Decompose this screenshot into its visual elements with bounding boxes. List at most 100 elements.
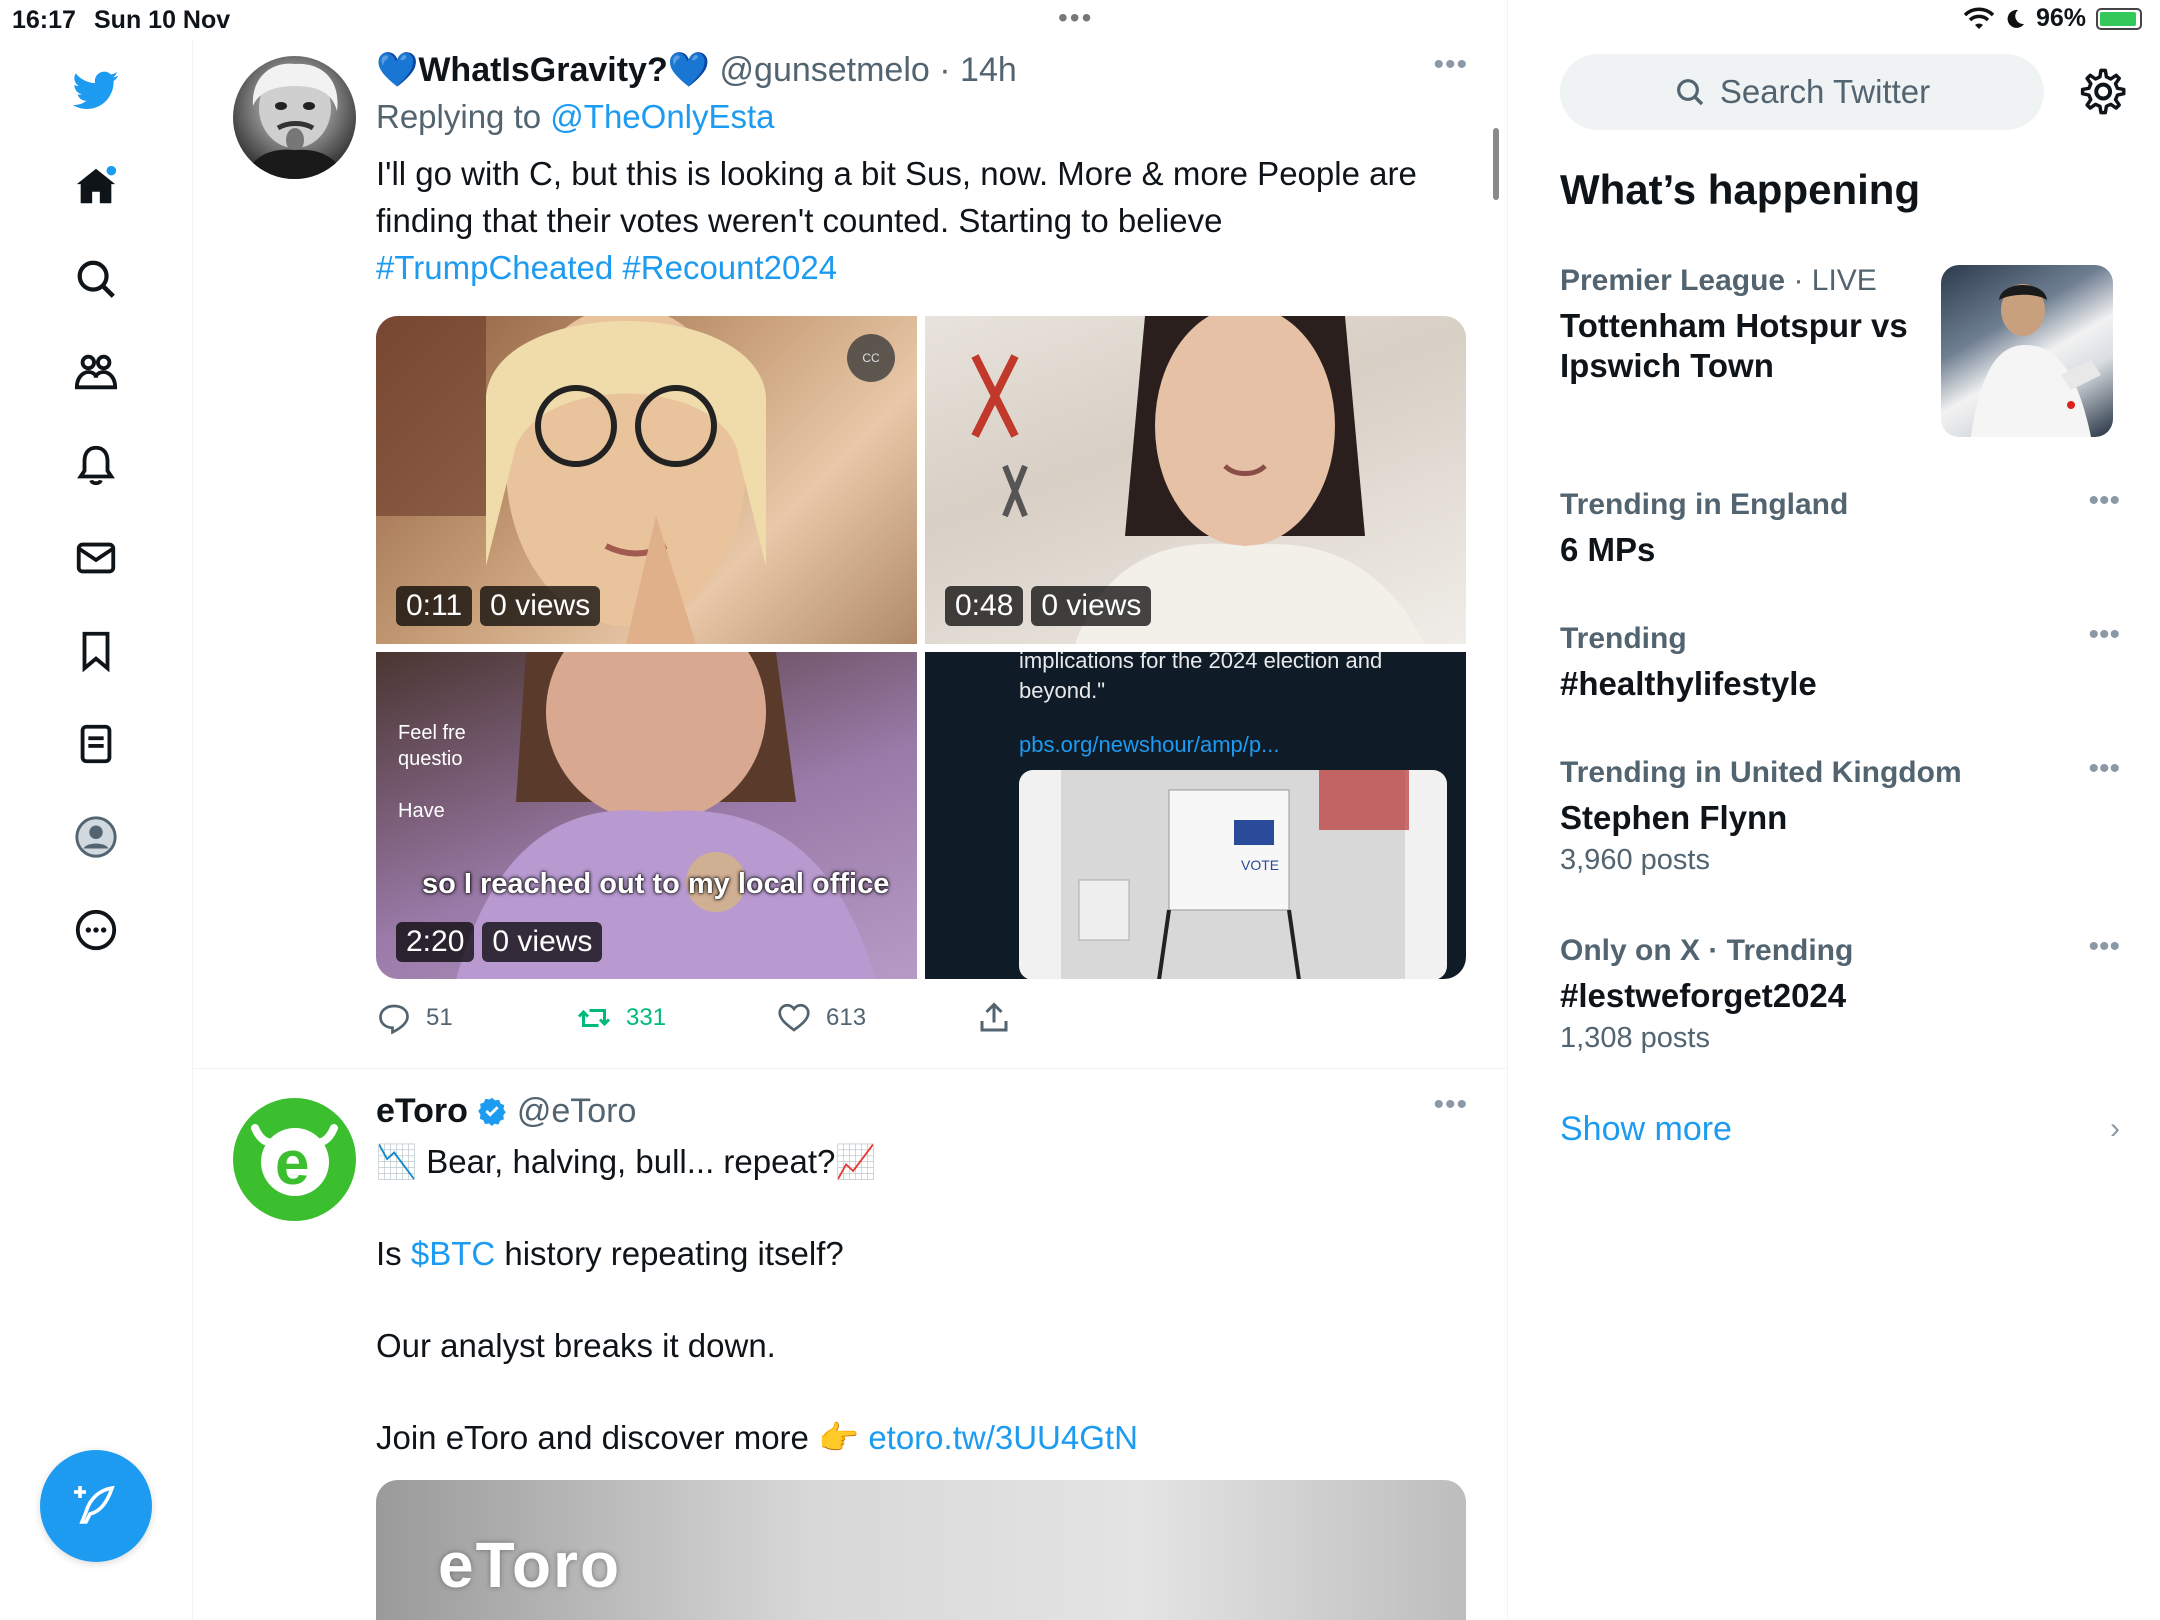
avatar[interactable]: e	[233, 1098, 356, 1221]
reply-button[interactable]: 51	[376, 1000, 453, 1036]
trend-more-icon[interactable]: •••	[2088, 484, 2120, 518]
overlay-text-2: questio	[398, 748, 463, 770]
bookmarks-icon[interactable]	[60, 615, 132, 687]
tweet-body: I'll go with C, but this is looking a bi…	[376, 155, 1417, 239]
share-icon	[980, 1002, 1008, 1032]
video-meta: 2:20 0 views	[396, 922, 603, 962]
profile-icon[interactable]	[60, 801, 132, 873]
section-title: What’s happening	[1560, 166, 1921, 213]
trend-item[interactable]: Trending in United Kingdom Stephen Flynn…	[1560, 752, 2120, 877]
compose-button[interactable]	[40, 1450, 152, 1562]
video-caption: so I reached out to my local office	[422, 868, 890, 900]
promo-media[interactable]: eToro	[376, 1480, 1466, 1620]
user-handle[interactable]: @eToro	[517, 1092, 637, 1130]
compose-icon	[74, 1485, 115, 1524]
search-placeholder: Search Twitter	[1719, 73, 1931, 110]
trend-more-icon[interactable]: •••	[2088, 752, 2120, 786]
tweet-more-icon[interactable]: •••	[1433, 48, 1468, 82]
settings-button[interactable]	[2075, 66, 2127, 118]
home-icon[interactable]	[60, 150, 132, 222]
reply-to-link[interactable]: @TheOnlyEsta	[550, 98, 774, 135]
tweet-line-4: Join eToro and discover more 👉 etoro.tw/…	[376, 1415, 1476, 1461]
tweet-actions: 51 331 613	[376, 1000, 1076, 1048]
retweet-icon	[577, 1009, 611, 1027]
chevron-right-icon[interactable]: ›	[2110, 1112, 2120, 1146]
trend-count: 3,960 posts	[1560, 844, 1710, 876]
tweet-header: eToro @eToro	[376, 1092, 1476, 1131]
vote-label: VOTE	[1241, 857, 1279, 873]
video-views: 0 views	[482, 922, 603, 962]
left-nav	[0, 40, 193, 1620]
trend-title: #lestweforget2024	[1560, 977, 1847, 1014]
trend-item[interactable]: Only on X · Trending #lestweforget2024 1…	[1560, 930, 2120, 1055]
video-1[interactable]: CC 0:11 0 views	[376, 316, 917, 644]
video-duration: 2:20	[396, 922, 475, 962]
media-grid: CC 0:11 0 views 0:48 0 views Feel fre qu…	[376, 316, 1466, 979]
trend-live: · LIVE	[1793, 264, 1877, 297]
cashtag-link[interactable]: $BTC	[411, 1235, 495, 1272]
retweet-button[interactable]: 331	[576, 1000, 666, 1036]
trend-image[interactable]	[1941, 265, 2113, 437]
tweet[interactable]: 💙WhatIsGravity?💙 @gunsetmelo · 14h Reply…	[193, 40, 1508, 1069]
tweet-line-2: Is $BTC history repeating itself?	[376, 1231, 1476, 1277]
communities-icon[interactable]	[60, 336, 132, 408]
like-count: 613	[826, 1004, 867, 1031]
show-more-link[interactable]: Show more	[1560, 1110, 1732, 1149]
trend-more-icon[interactable]: •••	[2088, 930, 2120, 964]
messages-icon[interactable]	[60, 522, 132, 594]
trend-item[interactable]: Trending in England 6 MPs •••	[1560, 484, 2120, 570]
video-meta: 0:11 0 views	[396, 586, 601, 626]
promo-link[interactable]: etoro.tw/3UU4GtN	[868, 1419, 1138, 1456]
trend-meta: Only on X · Trending	[1560, 934, 1854, 967]
lists-icon[interactable]	[60, 708, 132, 780]
ballot-photo: VOTE	[1019, 770, 1447, 979]
overlay-text-1: Feel fre	[398, 722, 466, 744]
trend-meta: Trending	[1560, 622, 1687, 655]
trend-meta: Trending in England	[1560, 488, 1849, 521]
etoro-logo-icon: e	[251, 1124, 338, 1198]
display-name[interactable]: eToro	[376, 1092, 468, 1130]
tweet-text: 📉 Bear, halving, bull... repeat?📈 Is $BT…	[376, 1139, 1476, 1461]
svg-text:e: e	[275, 1129, 309, 1198]
avatar[interactable]	[233, 56, 356, 179]
captions-icon[interactable]: CC	[847, 334, 895, 382]
reply-icon	[379, 1004, 409, 1035]
image-4[interactable]: implications for the 2024 election and b…	[925, 652, 1466, 979]
search-icon[interactable]	[60, 243, 132, 315]
user-handle[interactable]: @gunsetmelo	[720, 51, 930, 89]
video-2[interactable]: 0:48 0 views	[925, 316, 1466, 644]
video-duration: 0:48	[945, 586, 1024, 626]
article-link: pbs.org/newshour/amp/p...	[1019, 732, 1280, 757]
tweet-more-icon[interactable]: •••	[1433, 1088, 1468, 1122]
trend-title: 6 MPs	[1560, 531, 1656, 568]
overlay-text-3: Have	[398, 800, 445, 822]
trend-more-icon[interactable]: •••	[2088, 618, 2120, 652]
hashtags[interactable]: #TrumpCheated #Recount2024	[376, 249, 837, 286]
share-button[interactable]	[976, 1000, 1012, 1036]
etoro-wordmark: eToro	[438, 1529, 622, 1601]
status-time: 16:17	[12, 6, 76, 34]
display-name[interactable]: 💙WhatIsGravity?💙	[376, 51, 710, 89]
line4-prefix: Join eToro and discover more 👉	[376, 1419, 860, 1456]
tweet[interactable]: e eToro @eToro 📉 Bear, halving, bull... …	[193, 1070, 1508, 1620]
trend-category: Premier League	[1560, 264, 1786, 297]
video-duration: 0:11	[396, 586, 473, 626]
tweet-time[interactable]: · 14h	[939, 51, 1017, 89]
football-player-image	[1971, 284, 2101, 437]
quote-text: implications for the 2024 election and b…	[1019, 652, 1383, 703]
search-icon	[1676, 79, 1704, 106]
video-meta: 0:48 0 views	[945, 586, 1152, 626]
search-input[interactable]: Search Twitter	[1560, 54, 2044, 130]
tweet-line-1: 📉 Bear, halving, bull... repeat?📈	[376, 1143, 877, 1180]
trend-title: Tottenham Hotspur vs Ipswich Town	[1560, 307, 1908, 384]
trend-count: 1,308 posts	[1560, 1022, 1710, 1054]
notifications-icon[interactable]	[60, 429, 132, 501]
twitter-logo-icon[interactable]	[60, 54, 132, 126]
trend-item[interactable]: Trending #healthylifestyle •••	[1560, 618, 2120, 704]
video-3[interactable]: Feel fre questio Have so I reached out t…	[376, 652, 917, 979]
video-views: 0 views	[1031, 586, 1152, 626]
like-button[interactable]: 613	[776, 1000, 866, 1036]
trend-title: Stephen Flynn	[1560, 799, 1788, 836]
more-icon[interactable]	[60, 894, 132, 966]
timeline[interactable]: 💙WhatIsGravity?💙 @gunsetmelo · 14h Reply…	[193, 0, 1508, 1620]
